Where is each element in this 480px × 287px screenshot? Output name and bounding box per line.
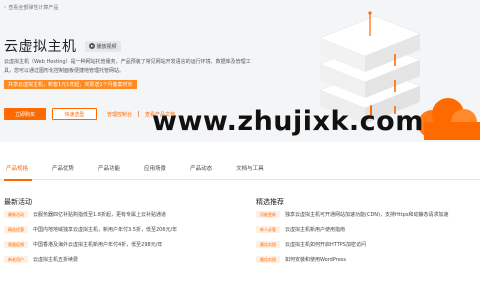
product-tabs: 产品规格 产品优势 产品功能 应用场景 产品动态 文档与工具 <box>0 156 480 181</box>
tab-advantages[interactable]: 产品优势 <box>40 156 86 180</box>
play-video-label: 播放视频 <box>96 43 117 50</box>
item-tag: 最佳实践 <box>256 255 280 264</box>
item-tag: 最新活动 <box>4 210 28 219</box>
item-tag: 最佳实践 <box>256 240 280 249</box>
list-item[interactable]: 最佳实践 云虚拟主机如何开启HTTPS加密访问 <box>256 237 448 252</box>
tab-scenarios[interactable]: 应用场景 <box>132 156 178 180</box>
item-tag: 精选优惠 <box>4 225 28 234</box>
breadcrumb-back-link[interactable]: 查看全部弹性计算产品 <box>8 4 58 11</box>
item-tag: 限量促销 <box>4 240 28 249</box>
list-item[interactable]: 新老用户 云虚拟主机五折续费 <box>4 252 177 267</box>
tab-docs-tools[interactable]: 文档与工具 <box>224 156 276 180</box>
description-line-2: 具，您可以通过图形化控制面板便捷地管理托管网站。 <box>4 67 125 74</box>
item-text[interactable]: 云虚拟主机五折续费 <box>33 256 78 263</box>
item-tag: 功能更新 <box>256 210 280 219</box>
chevron-left-icon: ‹ <box>4 4 7 11</box>
tab-updates[interactable]: 产品动态 <box>178 156 224 180</box>
item-text[interactable]: 云虚拟主机如何开启HTTPS加密访问 <box>285 241 366 248</box>
item-tag: 新人必看 <box>256 225 280 234</box>
promo-banner[interactable]: 共享云虚拟主机，新客1元1年起，买即送1个月备案时长 <box>4 80 137 89</box>
tab-specs[interactable]: 产品规格 <box>0 156 40 181</box>
featured-list: 功能更新 独享云虚拟主机可开通网站加速功能(CDN)，支持Https和动静态请求… <box>256 207 448 267</box>
item-text[interactable]: 云服务器四亿补贴购指低至1.8折起，更有专属上云补贴通道 <box>33 211 166 218</box>
item-text[interactable]: 中国内地地域独享云虚拟主机，新用户年付3.5折，低至206元/年 <box>33 226 177 233</box>
list-item[interactable]: 新人必看 云虚拟主机新用户使用指南 <box>256 222 448 237</box>
list-item[interactable]: 最新活动 云服务器四亿补贴购指低至1.8折起，更有专属上云补贴通道 <box>4 207 177 222</box>
list-item[interactable]: 精选优惠 中国内地地域独享云虚拟主机，新用户年付3.5折，低至206元/年 <box>4 222 177 237</box>
list-item[interactable]: 限量促销 中国香港及海外云虚拟主机新用户年付4折，低至298元/年 <box>4 237 177 252</box>
play-video-button[interactable]: 播放视频 <box>84 40 121 52</box>
list-item[interactable]: 最佳实践 如何安装和使用WordPress <box>256 252 448 267</box>
item-text[interactable]: 中国香港及海外云虚拟主机新用户年付4折，低至298元/年 <box>33 241 162 248</box>
item-text[interactable]: 独享云虚拟主机可开通网站加速功能(CDN)，支持Https和动静态请求加速 <box>285 211 448 218</box>
console-link[interactable]: 管理控制台 <box>107 111 132 118</box>
product-description: 云虚拟主机（Web Hosting）是一种网站托管服务，产品预装了常见网站开发语… <box>4 58 299 75</box>
play-icon <box>88 43 95 49</box>
latest-activities-list: 最新活动 云服务器四亿补贴购指低至1.8折起，更有专属上云补贴通道 精选优惠 中… <box>4 207 177 267</box>
page-title: 云虚拟主机 <box>4 39 77 55</box>
description-line-1: 云虚拟主机（Web Hosting）是一种网站托管服务，产品预装了常见网站开发语… <box>4 59 251 65</box>
quick-select-button[interactable]: 快速选型 <box>52 108 97 120</box>
watermark-text: www.zhujixk.com <box>152 106 424 137</box>
item-tag: 新老用户 <box>4 255 28 264</box>
item-text[interactable]: 如何安装和使用WordPress <box>285 256 346 263</box>
list-item[interactable]: 功能更新 独享云虚拟主机可开通网站加速功能(CDN)，支持Https和动静态请求… <box>256 207 448 222</box>
latest-activities-title: 最新活动 <box>4 198 32 206</box>
buy-now-button[interactable]: 立即购买 <box>4 108 46 120</box>
item-text[interactable]: 云虚拟主机新用户使用指南 <box>285 226 345 233</box>
divider <box>138 111 140 117</box>
featured-title: 精选推荐 <box>256 198 284 206</box>
tab-features[interactable]: 产品功能 <box>86 156 132 180</box>
breadcrumb[interactable]: ‹ 查看全部弹性计算产品 <box>4 4 58 11</box>
